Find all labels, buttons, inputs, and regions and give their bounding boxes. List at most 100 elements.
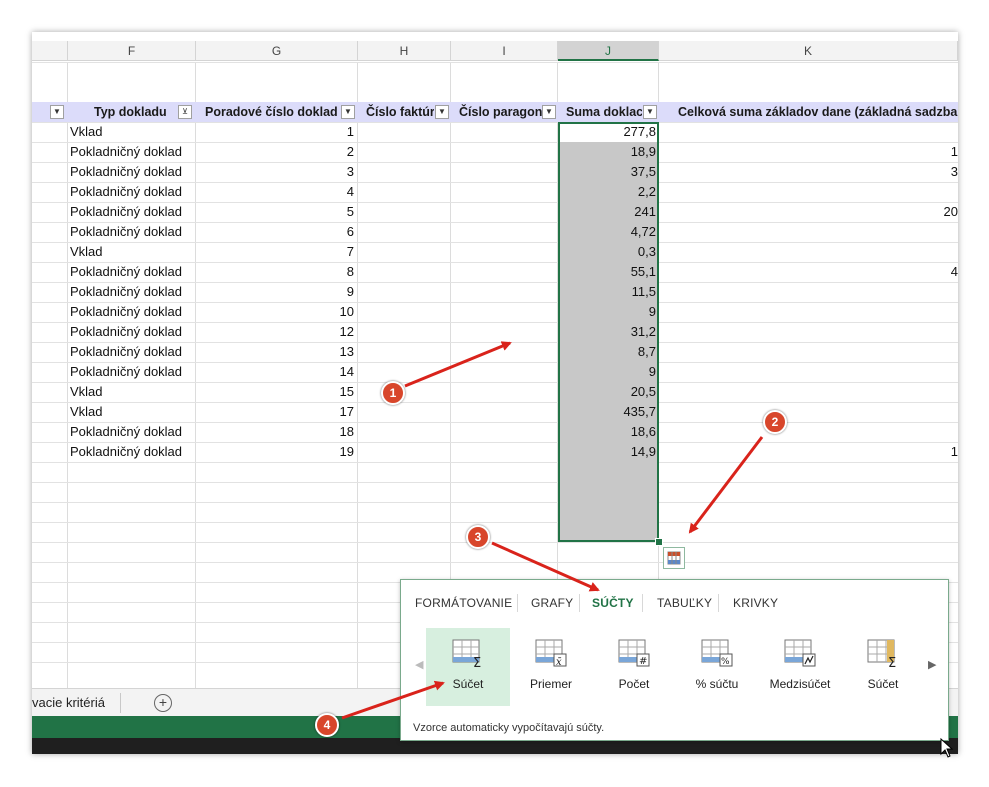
cell-suma-dokladu[interactable]: 31,2 bbox=[558, 322, 656, 342]
cell-suma-dokladu[interactable]: 18,6 bbox=[558, 422, 656, 442]
cell-celkova-suma[interactable] bbox=[659, 282, 958, 302]
filter-active-button[interactable]: ⊻ bbox=[178, 105, 192, 119]
tab-separator bbox=[120, 693, 121, 713]
tab-tabulky[interactable]: TABUĽKY bbox=[657, 596, 712, 610]
cell-celkova-suma[interactable]: 1 bbox=[659, 142, 958, 162]
cell-typ-dokladu[interactable]: Vklad bbox=[70, 122, 194, 142]
column-header-F[interactable]: F bbox=[68, 41, 196, 61]
cell-celkova-suma[interactable] bbox=[659, 362, 958, 382]
cell-celkova-suma[interactable] bbox=[659, 222, 958, 242]
cell-poradove-cislo[interactable]: 14 bbox=[196, 362, 354, 382]
cell-poradove-cislo[interactable]: 15 bbox=[196, 382, 354, 402]
cell-poradove-cislo[interactable]: 3 bbox=[196, 162, 354, 182]
tab-krivky[interactable]: KRIVKY bbox=[733, 596, 778, 610]
cell-poradove-cislo[interactable]: 10 bbox=[196, 302, 354, 322]
cell-suma-dokladu[interactable]: 241 bbox=[558, 202, 656, 222]
tab-sucty[interactable]: SÚČTY bbox=[592, 596, 634, 610]
cell-suma-dokladu[interactable]: 4,72 bbox=[558, 222, 656, 242]
filter-dropdown-button[interactable]: ▼ bbox=[542, 105, 556, 119]
cell-suma-dokladu[interactable]: 55,1 bbox=[558, 262, 656, 282]
qa-item-priemer[interactable]: x̄ Priemer bbox=[509, 628, 593, 706]
cell-poradove-cislo[interactable]: 7 bbox=[196, 242, 354, 262]
fill-handle[interactable] bbox=[655, 538, 663, 546]
cell-celkova-suma[interactable] bbox=[659, 182, 958, 202]
cell-suma-dokladu[interactable]: 0,3 bbox=[558, 242, 656, 262]
cell-poradove-cislo[interactable]: 9 bbox=[196, 282, 354, 302]
cell-suma-dokladu[interactable]: 18,9 bbox=[558, 142, 656, 162]
cell-poradove-cislo[interactable]: 5 bbox=[196, 202, 354, 222]
cell-suma-dokladu[interactable]: 2,2 bbox=[558, 182, 656, 202]
cell-suma-dokladu[interactable]: 20,5 bbox=[558, 382, 656, 402]
cell-poradove-cislo[interactable]: 2 bbox=[196, 142, 354, 162]
tab-formatovanie[interactable]: FORMÁTOVANIE bbox=[415, 596, 512, 610]
column-header-J[interactable]: J bbox=[558, 41, 659, 61]
cell-typ-dokladu[interactable]: Pokladničný doklad bbox=[70, 302, 194, 322]
cell-typ-dokladu[interactable]: Pokladničný doklad bbox=[70, 162, 194, 182]
sheet-tab[interactable]: vacie kritériá bbox=[32, 695, 105, 710]
cell-typ-dokladu[interactable]: Pokladničný doklad bbox=[70, 322, 194, 342]
cell-poradove-cislo[interactable]: 4 bbox=[196, 182, 354, 202]
cell-typ-dokladu[interactable]: Vklad bbox=[70, 402, 194, 422]
cell-suma-dokladu[interactable]: 8,7 bbox=[558, 342, 656, 362]
cell-typ-dokladu[interactable]: Pokladničný doklad bbox=[70, 142, 194, 162]
cell-poradove-cislo[interactable]: 12 bbox=[196, 322, 354, 342]
cell-poradove-cislo[interactable]: 6 bbox=[196, 222, 354, 242]
cell-typ-dokladu[interactable]: Pokladničný doklad bbox=[70, 262, 194, 282]
cell-typ-dokladu[interactable]: Pokladničný doklad bbox=[70, 342, 194, 362]
cell-typ-dokladu[interactable]: Pokladničný doklad bbox=[70, 202, 194, 222]
cell-suma-dokladu[interactable]: 37,5 bbox=[558, 162, 656, 182]
cell-suma-dokladu[interactable]: 277,8 bbox=[558, 122, 656, 142]
cell-celkova-suma[interactable]: 4 bbox=[659, 262, 958, 282]
cell-celkova-suma[interactable] bbox=[659, 342, 958, 362]
cell-celkova-suma[interactable] bbox=[659, 422, 958, 442]
cell-celkova-suma[interactable] bbox=[659, 302, 958, 322]
qa-item-pocet[interactable]: # Počet bbox=[592, 628, 676, 706]
cell-suma-dokladu[interactable]: 14,9 bbox=[558, 442, 656, 462]
cell-typ-dokladu[interactable]: Pokladničný doklad bbox=[70, 442, 194, 462]
cell-typ-dokladu[interactable]: Vklad bbox=[70, 242, 194, 262]
cell-poradove-cislo[interactable]: 8 bbox=[196, 262, 354, 282]
filter-dropdown-button[interactable]: ▼ bbox=[435, 105, 449, 119]
cell-poradove-cislo[interactable]: 1 bbox=[196, 122, 354, 142]
filter-dropdown-button[interactable]: ▼ bbox=[643, 105, 657, 119]
qa-item-percent[interactable]: % % súčtu bbox=[675, 628, 759, 706]
qa-item-sucet[interactable]: Σ Súčet bbox=[426, 628, 510, 706]
cell-suma-dokladu[interactable]: 11,5 bbox=[558, 282, 656, 302]
cell-celkova-suma[interactable] bbox=[659, 402, 958, 422]
cell-celkova-suma[interactable]: 20 bbox=[659, 202, 958, 222]
cell-suma-dokladu[interactable]: 9 bbox=[558, 362, 656, 382]
cell-typ-dokladu[interactable]: Pokladničný doklad bbox=[70, 182, 194, 202]
chevron-left-icon[interactable]: ◀ bbox=[415, 658, 423, 671]
cell-typ-dokladu[interactable]: Pokladničný doklad bbox=[70, 422, 194, 442]
cell-poradove-cislo[interactable]: 19 bbox=[196, 442, 354, 462]
cell-celkova-suma[interactable]: 1 bbox=[659, 442, 958, 462]
filter-dropdown-button[interactable]: ▼ bbox=[341, 105, 355, 119]
cell-typ-dokladu[interactable]: Pokladničný doklad bbox=[70, 282, 194, 302]
cell-suma-dokladu[interactable]: 9 bbox=[558, 302, 656, 322]
plus-circle-icon[interactable]: + bbox=[154, 694, 172, 712]
cell-celkova-suma[interactable] bbox=[659, 322, 958, 342]
quick-analysis-icon[interactable] bbox=[663, 547, 685, 569]
cell-poradove-cislo[interactable]: 13 bbox=[196, 342, 354, 362]
chevron-right-icon[interactable]: ▶ bbox=[928, 658, 936, 671]
filter-dropdown-button[interactable]: ▼ bbox=[50, 105, 64, 119]
corner-header[interactable] bbox=[32, 41, 68, 61]
cell-typ-dokladu[interactable]: Pokladničný doklad bbox=[70, 222, 194, 242]
cell-typ-dokladu[interactable]: Pokladničný doklad bbox=[70, 362, 194, 382]
cell-suma-dokladu[interactable]: 435,7 bbox=[558, 402, 656, 422]
column-header-G[interactable]: G bbox=[196, 41, 358, 61]
tab-grafy[interactable]: GRAFY bbox=[531, 596, 573, 610]
column-header-H[interactable]: H bbox=[358, 41, 451, 61]
column-header-K[interactable]: K bbox=[659, 41, 958, 61]
count-icon: # bbox=[618, 639, 650, 667]
qa-item-medzisucet[interactable]: Medzisúčet bbox=[758, 628, 842, 706]
column-header-I[interactable]: I bbox=[451, 41, 558, 61]
cell-typ-dokladu[interactable]: Vklad bbox=[70, 382, 194, 402]
qa-item-sucet-stlpec[interactable]: Σ Súčet bbox=[841, 628, 925, 706]
cell-celkova-suma[interactable]: 3 bbox=[659, 162, 958, 182]
cell-celkova-suma[interactable] bbox=[659, 242, 958, 262]
cell-celkova-suma[interactable] bbox=[659, 382, 958, 402]
cell-celkova-suma[interactable] bbox=[659, 122, 958, 142]
cell-poradove-cislo[interactable]: 18 bbox=[196, 422, 354, 442]
cell-poradove-cislo[interactable]: 17 bbox=[196, 402, 354, 422]
